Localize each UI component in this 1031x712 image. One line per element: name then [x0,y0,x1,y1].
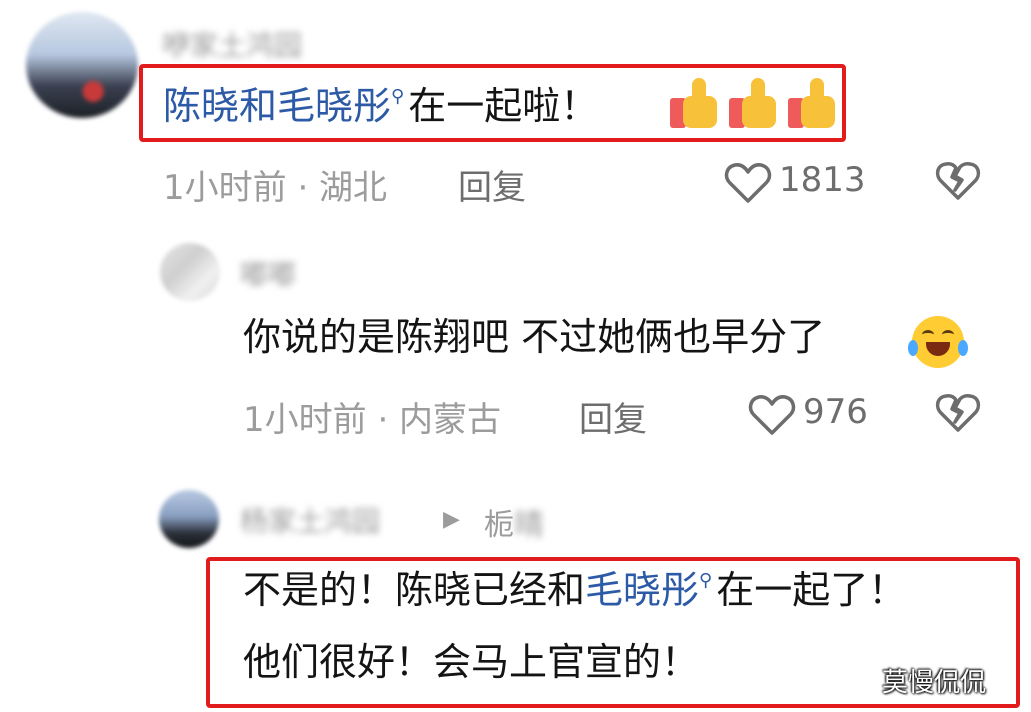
comment-thread: 咿家土鸿园 陈晓和毛晓彤⚲ 在一起啦！ 1小时前 · 湖北 回复 1813 嘟嘟 … [0,0,1031,712]
reply-arrow-icon: ▶ [443,507,460,532]
username-commenter-2[interactable]: 嘟嘟 [240,253,296,293]
avatar-commenter-3[interactable] [159,490,219,548]
like-count: 1813 [779,160,866,200]
reply-to-name-blurred: 晴 [514,508,544,543]
reply-button[interactable]: 回复 [458,160,526,209]
avatar-commenter-1[interactable] [26,12,138,118]
broken-heart-icon[interactable] [935,392,981,434]
highlight-box-comment-1 [139,64,846,142]
broken-heart-icon[interactable] [935,160,981,202]
like-count: 976 [803,392,868,432]
comment-2-text: 你说的是陈翔吧 不过她俩也早分了 [243,315,826,359]
avatar-commenter-2[interactable] [160,243,220,301]
reply-to-username[interactable]: 栀晴 [484,500,544,544]
laugh-cry-emoji [908,316,968,368]
reply-to-name: 栀 [484,508,514,543]
username-commenter-3[interactable]: 杨家土鸿园 [240,500,380,540]
watermark: 莫慢侃侃 [882,668,987,698]
reply-button[interactable]: 回复 [579,392,647,441]
comment-1-timestamp-location: 1小时前 · 湖北 [163,168,388,208]
heart-outline-icon[interactable] [724,161,772,205]
comment-2-timestamp-location: 1小时前 · 内蒙古 [243,400,502,440]
heart-outline-icon[interactable] [748,393,796,437]
username-commenter-1[interactable]: 咿家土鸿园 [162,24,302,64]
